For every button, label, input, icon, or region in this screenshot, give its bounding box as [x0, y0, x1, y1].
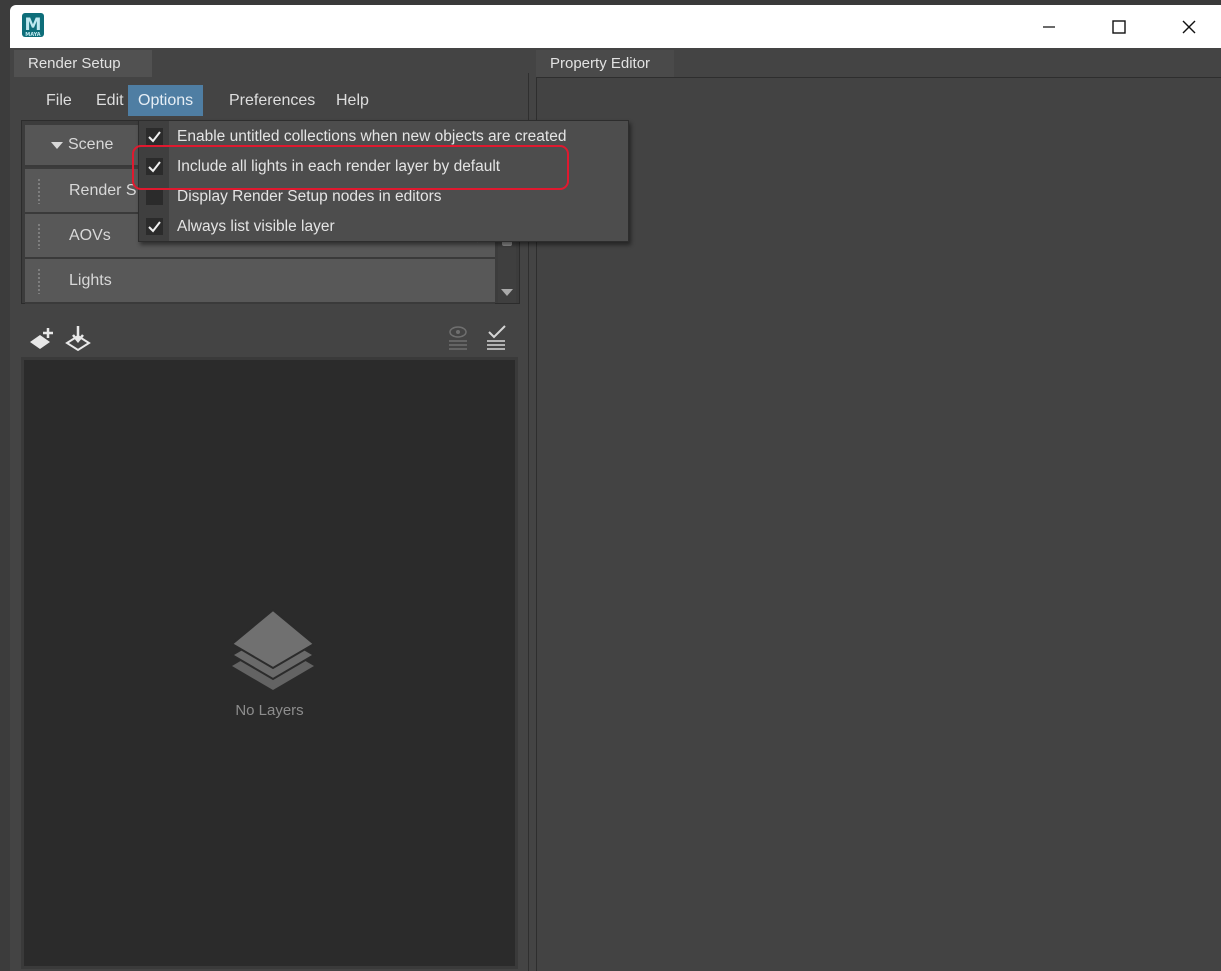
property-editor-panel [536, 77, 1221, 971]
minimize-button[interactable] [1014, 5, 1084, 48]
list-item-label: Render S [69, 182, 137, 199]
menu-item-label: Always list visible layer [177, 218, 335, 235]
tab-property-editor[interactable]: Property Editor [536, 50, 674, 77]
checkbox[interactable] [146, 188, 163, 205]
checkmark-icon [148, 131, 161, 143]
list-item-label: AOVs [69, 227, 111, 244]
scene-header-label: Scene [68, 136, 114, 153]
desktop-background [0, 0, 10, 971]
checkbox[interactable] [146, 158, 163, 175]
app-icon-caption: MAYA [25, 32, 41, 38]
maya-app-icon: M MAYA [22, 13, 44, 38]
import-layers-button[interactable] [62, 323, 94, 355]
close-button[interactable] [1154, 5, 1221, 48]
add-layer-icon [30, 328, 53, 349]
menu-edit[interactable]: Edit [86, 85, 134, 116]
drag-handle-icon[interactable] [37, 178, 41, 204]
maximize-icon [1112, 19, 1126, 34]
list-item-lights[interactable]: Lights [25, 259, 495, 304]
eye-list-icon [449, 326, 467, 350]
menu-item-display-render-setup-nodes[interactable]: Display Render Setup nodes in editors [139, 182, 628, 212]
menu-item-include-all-lights[interactable]: Include all lights in each render layer … [139, 152, 628, 182]
check-list-button[interactable] [480, 323, 512, 355]
menu-item-label: Display Render Setup nodes in editors [177, 188, 442, 205]
options-dropdown-menu: Enable untitled collections when new obj… [138, 120, 629, 242]
minimize-icon [1043, 25, 1055, 28]
visible-layer-button[interactable] [442, 323, 474, 355]
tab-render-setup[interactable]: Render Setup [14, 50, 152, 77]
title-bar[interactable]: M MAYA [10, 5, 1221, 48]
checkmark-icon [148, 161, 161, 173]
checkbox[interactable] [146, 128, 163, 145]
menu-item-always-list-visible-layer[interactable]: Always list visible layer [139, 212, 628, 242]
checklist-icon [487, 325, 506, 350]
checkbox[interactable] [146, 218, 163, 235]
maximize-button[interactable] [1084, 5, 1154, 48]
layers-stack-icon [230, 608, 316, 690]
render-setup-window: M MAYA Render Setup Property Editor File… [10, 5, 1221, 971]
menu-options[interactable]: Options [128, 85, 204, 116]
scroll-down-arrow-icon[interactable] [501, 289, 513, 296]
drag-handle-icon[interactable] [37, 268, 41, 294]
create-layer-button[interactable] [26, 323, 58, 355]
menu-file[interactable]: File [36, 85, 82, 116]
drag-handle-icon[interactable] [37, 223, 41, 249]
collapse-triangle-icon[interactable] [51, 142, 63, 149]
checkmark-icon [148, 221, 161, 233]
menu-item-label: Include all lights in each render layer … [177, 158, 501, 175]
menu-item-label: Enable untitled collections when new obj… [177, 128, 567, 145]
menu-preferences[interactable]: Preferences [219, 85, 325, 116]
list-item-label: Lights [69, 272, 112, 289]
import-icon [65, 326, 91, 352]
menu-help[interactable]: Help [326, 85, 379, 116]
close-icon [1182, 20, 1196, 33]
layers-view[interactable]: No Layers [21, 357, 518, 969]
no-layers-text: No Layers [235, 702, 304, 719]
menu-item-enable-untitled-collections[interactable]: Enable untitled collections when new obj… [139, 122, 628, 152]
